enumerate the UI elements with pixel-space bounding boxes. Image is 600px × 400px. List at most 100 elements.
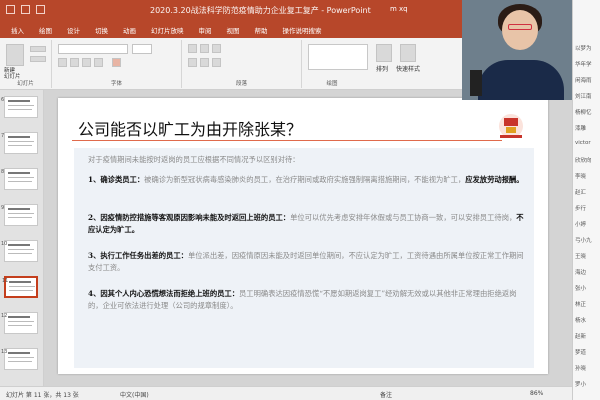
slide-thumbnail[interactable]: 6 [1, 96, 38, 118]
align-center-icon[interactable] [200, 58, 209, 67]
participant-item[interactable]: 弓小九 [575, 236, 592, 244]
tab-slideshow[interactable]: 幻灯片放映 [144, 23, 191, 37]
participant-item[interactable]: 杨水 [575, 316, 586, 324]
align-left-icon[interactable] [188, 58, 197, 67]
participant-item[interactable]: 小婷 [575, 220, 586, 228]
item-4: 4、因其个人内心恐慌想法而拒绝上班的员工：员工明确表达因疫情恐慌“不愿如期返岗复… [88, 288, 524, 312]
participant-item[interactable]: 闲海雨 [575, 76, 592, 84]
zoom-level[interactable]: 86% [530, 390, 543, 397]
notes-button[interactable]: 备注 [380, 390, 392, 399]
font-size-select[interactable] [132, 44, 152, 54]
participant-list: 以梦为 华年学 闲海雨 刘江南 杨柳忆 漆雕 victor 欣欣向 李晓 赵汇 … [572, 0, 600, 400]
participant-item[interactable]: 杨柳忆 [575, 108, 592, 116]
title-underline [72, 140, 502, 141]
tab-design[interactable]: 设计 [60, 23, 87, 37]
quick-access-toolbar [6, 5, 45, 14]
participant-item[interactable]: 梦道 [575, 348, 586, 356]
presenter-video [462, 0, 572, 100]
tell-me-search[interactable]: 操作说明搜索 [276, 23, 329, 37]
quick-styles-label[interactable]: 快速样式 [396, 64, 420, 73]
group-label-font: 字体 [110, 81, 122, 87]
slides-group: 新建 幻灯片 幻灯片 [0, 40, 52, 88]
slide-title[interactable]: 公司能否以旷工为由开除张某？ [78, 116, 302, 140]
participant-item[interactable]: 华年学 [575, 60, 592, 68]
participant-item[interactable]: 赵汇 [575, 188, 586, 196]
quick-styles-icon[interactable] [400, 44, 416, 62]
slide-thumbnail[interactable]: 7 [1, 132, 38, 154]
slide-thumbnail[interactable]: 9 [1, 204, 38, 226]
paragraph-group: 段落 [182, 40, 302, 88]
participant-item[interactable]: 欣欣向 [575, 156, 592, 164]
underline-icon[interactable] [82, 58, 91, 67]
participant-item[interactable]: 孙晓 [575, 364, 586, 372]
tab-view[interactable]: 视图 [220, 23, 247, 37]
powerpoint-window: 2020.3.20战法科学防范疫情助力企业复工复产 - PowerPoint m… [0, 0, 572, 400]
slide-thumbnails-pane: 6 7 8 9 10 11 12 13 [0, 90, 44, 386]
microphone-icon [470, 70, 482, 96]
undo-icon[interactable] [21, 5, 30, 14]
bullets-icon[interactable] [188, 44, 197, 53]
group-label-slides: 幻灯片 [17, 81, 34, 87]
participant-item[interactable]: 张小 [575, 284, 586, 292]
slide-thumbnail[interactable]: 13 [1, 348, 38, 370]
item-1: 1、确诊类员工：被确诊为新型冠状病毒感染肺炎的员工，在治疗期间或政府实施强制隔离… [88, 174, 524, 186]
arrange-icon[interactable] [376, 44, 392, 62]
participant-item[interactable]: 赵新 [575, 332, 586, 340]
participant-item[interactable]: 李晓 [575, 172, 586, 180]
item-3: 3、执行工作任务出差的员工：单位派出差，因疫情原因未能及时返回单位期间，不应认定… [88, 250, 524, 274]
item-2-heading: 2、因疫情防控措施等客观原因影响未能及时返回上班的员工： [88, 213, 291, 222]
shapes-gallery[interactable] [308, 44, 368, 70]
slide-content-box[interactable]: 对于疫情期间未能按时返岗的员工应根据不同情况予以区别对待： 1、确诊类员工：被确… [74, 148, 534, 368]
item-1-emphasis: 应发放劳动报酬。 [465, 175, 524, 184]
font-group: 字体 [52, 40, 182, 88]
save-icon[interactable] [6, 5, 15, 14]
bold-icon[interactable] [58, 58, 67, 67]
slide-canvas: 公司能否以旷工为由开除张某？ 对于疫情期间未能按时返岗的员工应根据不同情况予以区… [44, 90, 572, 386]
tab-help[interactable]: 帮助 [248, 23, 275, 37]
status-bar: 幻灯片 第 11 张，共 13 张 中文(中国) 备注 86% [0, 386, 572, 400]
participant-item[interactable]: 漆雕 [575, 124, 586, 132]
indent-icon[interactable] [212, 44, 221, 53]
redo-icon[interactable] [36, 5, 45, 14]
font-name-select[interactable] [58, 44, 128, 54]
slide-thumbnail[interactable]: 8 [1, 168, 38, 190]
participant-item[interactable]: 刘江南 [575, 92, 592, 100]
participant-item[interactable]: 步行 [575, 204, 586, 212]
language-indicator[interactable]: 中文(中国) [120, 390, 149, 399]
tab-insert[interactable]: 插入 [4, 23, 31, 37]
intro-text: 对于疫情期间未能按时返岗的员工应根据不同情况予以区别对待： [88, 155, 300, 164]
window-title: 2020.3.20战法科学防范疫情助力企业复工复产 - PowerPoint [150, 6, 371, 15]
slide-thumbnail-selected[interactable]: 11 [2, 276, 38, 298]
tab-animations[interactable]: 动画 [116, 23, 143, 37]
tab-draw[interactable]: 绘图 [32, 23, 59, 37]
tab-review[interactable]: 审阅 [192, 23, 219, 37]
layout-button[interactable] [30, 46, 46, 52]
slide-thumbnail[interactable]: 12 [1, 312, 38, 334]
group-label-drawing: 绘图 [326, 81, 338, 87]
new-slide-icon[interactable] [6, 44, 24, 66]
slide[interactable]: 公司能否以旷工为由开除张某？ 对于疫情期间未能按时返岗的员工应根据不同情况予以区… [58, 98, 548, 374]
arrange-label[interactable]: 排列 [376, 64, 388, 73]
participant-item[interactable]: 海边 [575, 268, 586, 276]
item-2: 2、因疫情防控措施等客观原因影响未能及时返回上班的员工：单位可以优先考虑安排年休… [88, 212, 524, 236]
group-label-paragraph: 段落 [235, 81, 247, 87]
slide-counter: 幻灯片 第 11 张，共 13 张 [6, 392, 79, 399]
reset-button[interactable] [30, 56, 46, 62]
italic-icon[interactable] [70, 58, 79, 67]
item-2-body: 单位可以优先考虑安排年休假或与员工协商一致，可以安排员工待岗， [290, 213, 517, 222]
align-right-icon[interactable] [212, 58, 221, 67]
participant-item[interactable]: 罗小 [575, 380, 586, 388]
strikethrough-icon[interactable] [94, 58, 103, 67]
slide-thumbnail[interactable]: 10 [1, 240, 38, 262]
participant-item[interactable]: 以梦为 [575, 44, 592, 52]
font-color-icon[interactable] [112, 58, 121, 67]
item-4-heading: 4、因其个人内心恐慌想法而拒绝上班的员工： [88, 289, 240, 298]
participant-item[interactable]: 王晓 [575, 252, 586, 260]
emblem-logo-icon [499, 114, 523, 138]
item-1-heading: 1、确诊类员工： [88, 175, 145, 184]
numbering-icon[interactable] [200, 44, 209, 53]
tab-transitions[interactable]: 切换 [88, 23, 115, 37]
participant-item[interactable]: 林正 [575, 300, 586, 308]
participant-item[interactable]: victor [575, 140, 591, 146]
user-name[interactable]: m xq [390, 5, 408, 13]
